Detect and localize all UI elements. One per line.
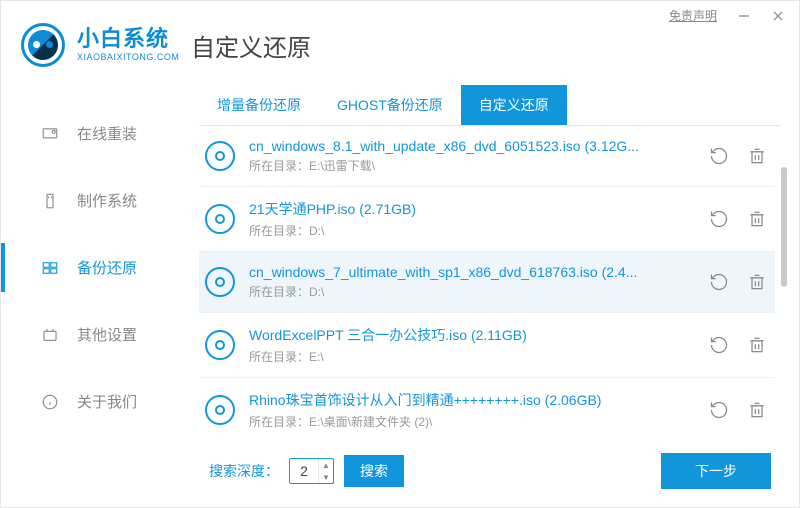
delete-button[interactable]	[747, 209, 767, 229]
disc-icon	[205, 395, 235, 425]
restore-button[interactable]	[709, 146, 729, 166]
minimize-button[interactable]	[737, 9, 751, 23]
close-button[interactable]	[771, 9, 785, 23]
search-button[interactable]: 搜索	[344, 455, 404, 487]
scrollbar-thumb[interactable]	[781, 167, 787, 287]
item-path: 所在目录：E:\	[249, 348, 695, 365]
iso-list: cn_windows_8.1_with_update_x86_dvd_60515…	[199, 126, 781, 439]
depth-input[interactable]	[290, 459, 318, 483]
monitor-icon	[41, 125, 59, 143]
info-icon	[41, 393, 59, 411]
sidebar-item-make-system[interactable]: 制作系统	[1, 176, 191, 225]
sidebar-item-label: 制作系统	[77, 190, 137, 211]
settings-icon	[41, 326, 59, 344]
tab-bar: 增量备份还原 GHOST备份还原 自定义还原	[199, 85, 781, 126]
depth-label: 搜索深度：	[209, 461, 279, 481]
delete-button[interactable]	[747, 272, 767, 292]
disc-icon	[205, 330, 235, 360]
app-logo: 小白系统 XIAOBAIXITONG.COM	[21, 23, 191, 67]
tab-custom[interactable]: 自定义还原	[461, 85, 567, 125]
restore-button[interactable]	[709, 335, 729, 355]
sidebar-item-label: 关于我们	[77, 391, 137, 412]
restore-button[interactable]	[709, 209, 729, 229]
item-path: 所在目录：E:\迅雷下载\	[249, 157, 695, 174]
disc-icon	[205, 141, 235, 171]
item-title: WordExcelPPT 三合一办公技巧.iso (2.11GB)	[249, 325, 695, 345]
delete-button[interactable]	[747, 335, 767, 355]
sidebar-item-label: 备份还原	[77, 257, 137, 278]
item-path: 所在目录：D:\	[249, 222, 695, 239]
sidebar: 在线重装 制作系统 备份还原 其他设置 关于我们	[1, 85, 191, 503]
list-item[interactable]: cn_windows_8.1_with_update_x86_dvd_60515…	[199, 126, 775, 187]
depth-up[interactable]: ▲	[319, 459, 333, 471]
item-path: 所在目录：E:\桌面\新建文件夹 (2)\	[249, 413, 695, 430]
scrollbar[interactable]	[781, 137, 787, 407]
restore-button[interactable]	[709, 400, 729, 420]
item-title: Rhino珠宝首饰设计从入门到精通++++++++.iso (2.06GB)	[249, 390, 695, 410]
depth-stepper[interactable]: ▲ ▼	[289, 458, 334, 484]
sidebar-item-label: 其他设置	[77, 324, 137, 345]
sidebar-item-reinstall[interactable]: 在线重装	[1, 109, 191, 158]
next-button[interactable]: 下一步	[661, 453, 771, 489]
sidebar-item-settings[interactable]: 其他设置	[1, 310, 191, 359]
delete-button[interactable]	[747, 146, 767, 166]
backup-icon	[41, 259, 59, 277]
sidebar-item-about[interactable]: 关于我们	[1, 377, 191, 426]
brand-name: 小白系统	[77, 28, 179, 50]
item-title: cn_windows_8.1_with_update_x86_dvd_60515…	[249, 138, 695, 154]
item-path: 所在目录：D:\	[249, 283, 695, 300]
tab-ghost[interactable]: GHOST备份还原	[319, 85, 461, 125]
disc-icon	[205, 267, 235, 297]
tab-incremental[interactable]: 增量备份还原	[199, 85, 319, 125]
list-item[interactable]: Rhino珠宝首饰设计从入门到精通++++++++.iso (2.06GB) 所在…	[199, 378, 775, 439]
brand-domain: XIAOBAIXITONG.COM	[77, 52, 179, 62]
depth-down[interactable]: ▼	[319, 471, 333, 483]
restore-button[interactable]	[709, 272, 729, 292]
item-title: cn_windows_7_ultimate_with_sp1_x86_dvd_6…	[249, 264, 695, 280]
page-title: 自定义还原	[191, 28, 311, 63]
list-item[interactable]: cn_windows_7_ultimate_with_sp1_x86_dvd_6…	[199, 252, 775, 313]
item-title: 21天学通PHP.iso (2.71GB)	[249, 199, 695, 219]
delete-button[interactable]	[747, 400, 767, 420]
list-item[interactable]: WordExcelPPT 三合一办公技巧.iso (2.11GB) 所在目录：E:…	[199, 313, 775, 378]
sidebar-item-label: 在线重装	[77, 123, 137, 144]
disclaimer-link[interactable]: 免责声明	[669, 7, 717, 24]
sidebar-item-backup-restore[interactable]: 备份还原	[1, 243, 191, 292]
disc-icon	[205, 204, 235, 234]
list-item[interactable]: 21天学通PHP.iso (2.71GB) 所在目录：D:\	[199, 187, 775, 252]
usb-icon	[41, 192, 59, 210]
